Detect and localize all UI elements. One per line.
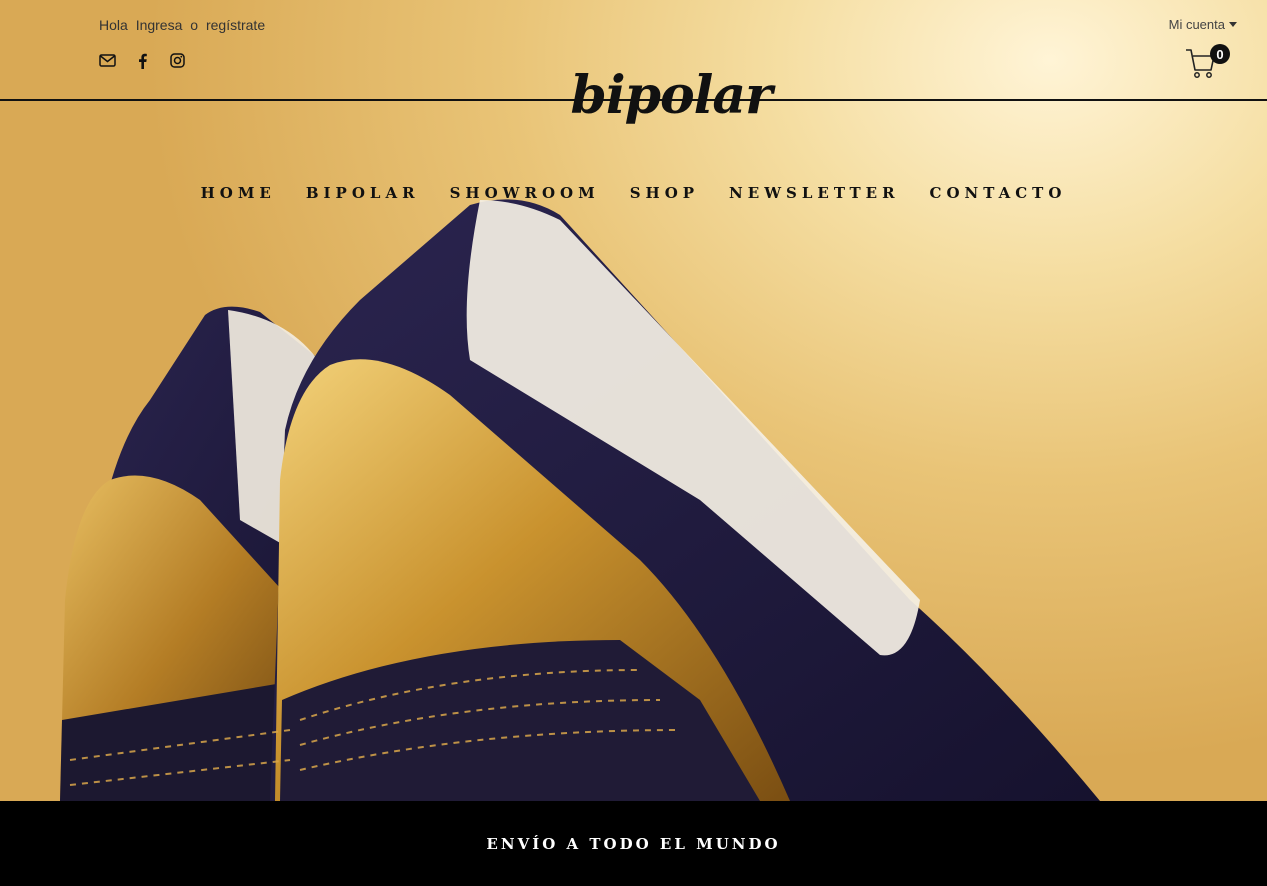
site-logo[interactable]: bipolar: [566, 60, 776, 132]
nav-home[interactable]: HOME: [201, 184, 276, 202]
social-links: [98, 52, 186, 69]
nav-newsletter[interactable]: NEWSLETTER: [729, 184, 900, 202]
nav-showroom[interactable]: SHOWROOM: [450, 184, 600, 202]
cart-button[interactable]: 0: [1184, 42, 1234, 82]
login-link[interactable]: Ingresa: [136, 17, 183, 33]
nav-shop[interactable]: SHOP: [630, 184, 699, 202]
hero-banner: Hola Ingresa o regístrate bipolar Mi cue…: [0, 0, 1267, 801]
account-dropdown[interactable]: Mi cuenta: [1169, 17, 1237, 32]
facebook-icon[interactable]: [133, 52, 151, 69]
register-link[interactable]: regístrate: [206, 17, 265, 33]
instagram-icon[interactable]: [168, 52, 186, 69]
caret-down-icon: [1229, 22, 1237, 27]
shipping-banner-text: ENVÍO A TODO EL MUNDO: [486, 834, 781, 853]
nav-bipolar[interactable]: BIPOLAR: [306, 184, 420, 202]
cart-count-badge: 0: [1210, 44, 1230, 64]
main-navigation: HOME BIPOLAR SHOWROOM SHOP NEWSLETTER CO…: [0, 184, 1267, 202]
envelope-icon[interactable]: [98, 52, 116, 69]
greeting-text: Hola: [99, 17, 128, 33]
login-links: Hola Ingresa o regístrate: [99, 17, 269, 33]
nav-contacto[interactable]: CONTACTO: [930, 184, 1067, 202]
logo-text: bipolar: [570, 65, 773, 126]
or-text: o: [190, 17, 199, 33]
shipping-banner: ENVÍO A TODO EL MUNDO: [0, 801, 1267, 886]
account-label: Mi cuenta: [1168, 17, 1225, 32]
